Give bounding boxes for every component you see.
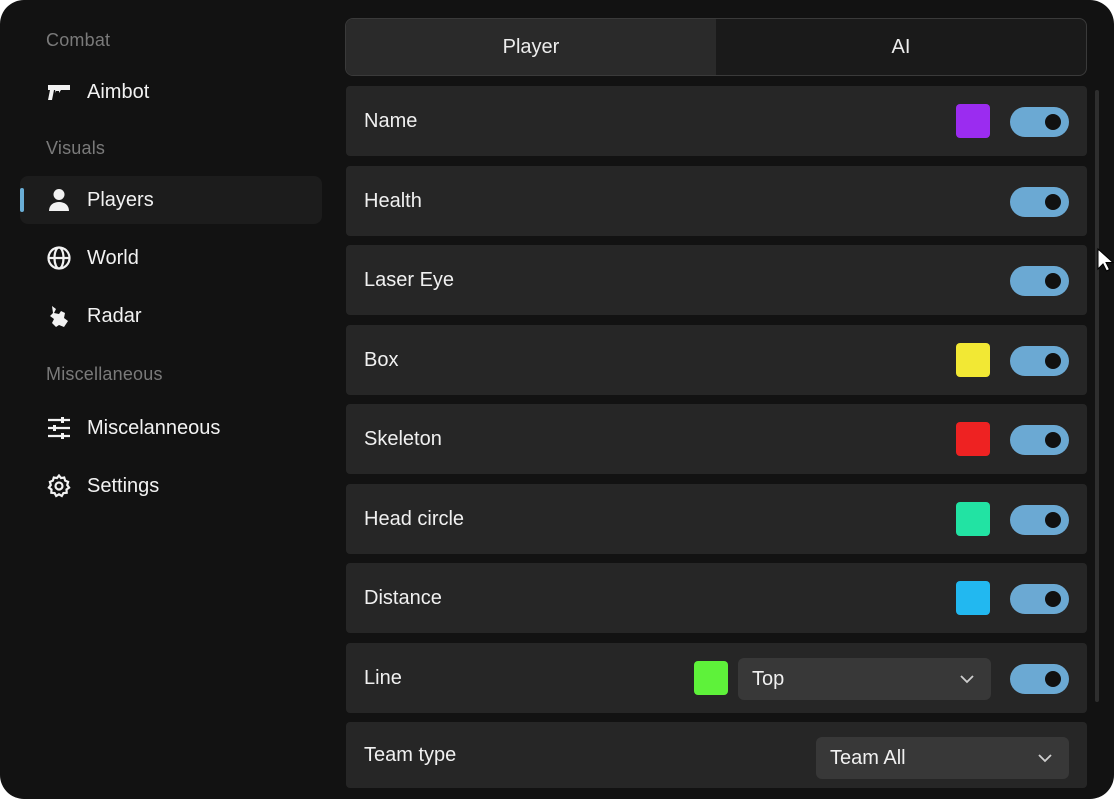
- setting-row-line: Line Top: [346, 643, 1087, 713]
- sidebar-item-label: Players: [87, 188, 154, 211]
- toggle-knob: [1045, 591, 1061, 607]
- row-label: Line: [364, 666, 402, 689]
- sliders-icon: [46, 415, 72, 441]
- toggle-switch[interactable]: [1010, 425, 1069, 455]
- color-swatch[interactable]: [956, 104, 990, 138]
- sidebar-item-settings[interactable]: Settings: [20, 462, 322, 510]
- row-label: Distance: [364, 586, 442, 609]
- sidebar-item-aimbot[interactable]: Aimbot: [20, 68, 322, 116]
- setting-row-name: Name: [346, 86, 1087, 156]
- toggle-switch[interactable]: [1010, 664, 1069, 694]
- toggle-switch[interactable]: [1010, 107, 1069, 137]
- select-value: Team All: [830, 746, 906, 769]
- row-label: Skeleton: [364, 427, 442, 450]
- setting-row-box: Box: [346, 325, 1087, 395]
- toggle-knob: [1045, 194, 1061, 210]
- section-label-miscellaneous: Miscellaneous: [46, 364, 163, 384]
- toggle-switch[interactable]: [1010, 346, 1069, 376]
- gear-icon: [46, 473, 72, 499]
- line-position-select[interactable]: Top: [738, 658, 991, 700]
- row-label: Name: [364, 109, 418, 132]
- setting-row-health: Health: [346, 166, 1087, 236]
- toggle-knob: [1045, 671, 1061, 687]
- chevron-down-icon: [960, 675, 974, 684]
- row-label: Health: [364, 189, 422, 212]
- tab-bar: Player AI: [345, 18, 1087, 76]
- sidebar-item-world[interactable]: World: [20, 234, 322, 282]
- sidebar-item-label: World: [87, 246, 139, 269]
- toggle-switch[interactable]: [1010, 266, 1069, 296]
- app-window: Combat Aimbot Visuals Players World Rada…: [0, 0, 1114, 799]
- sidebar-item-miscellaneous[interactable]: Miscelanneous: [20, 404, 322, 452]
- mouse-cursor-icon: [1097, 248, 1114, 272]
- globe-icon: [46, 245, 72, 271]
- toggle-knob: [1045, 353, 1061, 369]
- row-label: Team type: [364, 743, 457, 766]
- setting-row-team-type: Team type Team All: [346, 722, 1087, 788]
- toggle-switch[interactable]: [1010, 187, 1069, 217]
- section-label-combat: Combat: [46, 30, 111, 50]
- setting-row-skeleton: Skeleton: [346, 404, 1087, 474]
- setting-row-laser-eye: Laser Eye: [346, 245, 1087, 315]
- sidebar-item-label: Miscelanneous: [87, 416, 221, 439]
- chevron-down-icon: [1038, 754, 1052, 763]
- toggle-switch[interactable]: [1010, 584, 1069, 614]
- color-swatch[interactable]: [694, 661, 728, 695]
- toggle-knob: [1045, 432, 1061, 448]
- tab-player[interactable]: Player: [346, 19, 716, 75]
- toggle-knob: [1045, 273, 1061, 289]
- tab-ai[interactable]: AI: [716, 19, 1086, 75]
- row-label: Box: [364, 348, 399, 371]
- gun-icon: [46, 79, 72, 105]
- toggle-switch[interactable]: [1010, 505, 1069, 535]
- sidebar-item-label: Radar: [87, 304, 142, 327]
- row-label: Laser Eye: [364, 268, 455, 291]
- sidebar-item-label: Settings: [87, 474, 160, 497]
- setting-row-head-circle: Head circle: [346, 484, 1087, 554]
- sidebar-item-radar[interactable]: Radar: [20, 292, 322, 340]
- sidebar-item-players[interactable]: Players: [20, 176, 322, 224]
- radar-icon: [46, 303, 72, 329]
- user-icon: [46, 187, 72, 213]
- active-indicator: [20, 188, 24, 212]
- setting-row-distance: Distance: [346, 563, 1087, 633]
- sidebar-item-label: Aimbot: [87, 80, 150, 103]
- toggle-knob: [1045, 512, 1061, 528]
- color-swatch[interactable]: [956, 422, 990, 456]
- toggle-knob: [1045, 114, 1061, 130]
- section-label-visuals: Visuals: [46, 138, 106, 158]
- sidebar: Combat Aimbot Visuals Players World Rada…: [0, 0, 335, 799]
- team-type-select[interactable]: Team All: [816, 737, 1069, 779]
- select-value: Top: [752, 667, 785, 690]
- row-label: Head circle: [364, 507, 465, 530]
- color-swatch[interactable]: [956, 502, 990, 536]
- color-swatch[interactable]: [956, 343, 990, 377]
- color-swatch[interactable]: [956, 581, 990, 615]
- scrollbar[interactable]: [1095, 90, 1099, 702]
